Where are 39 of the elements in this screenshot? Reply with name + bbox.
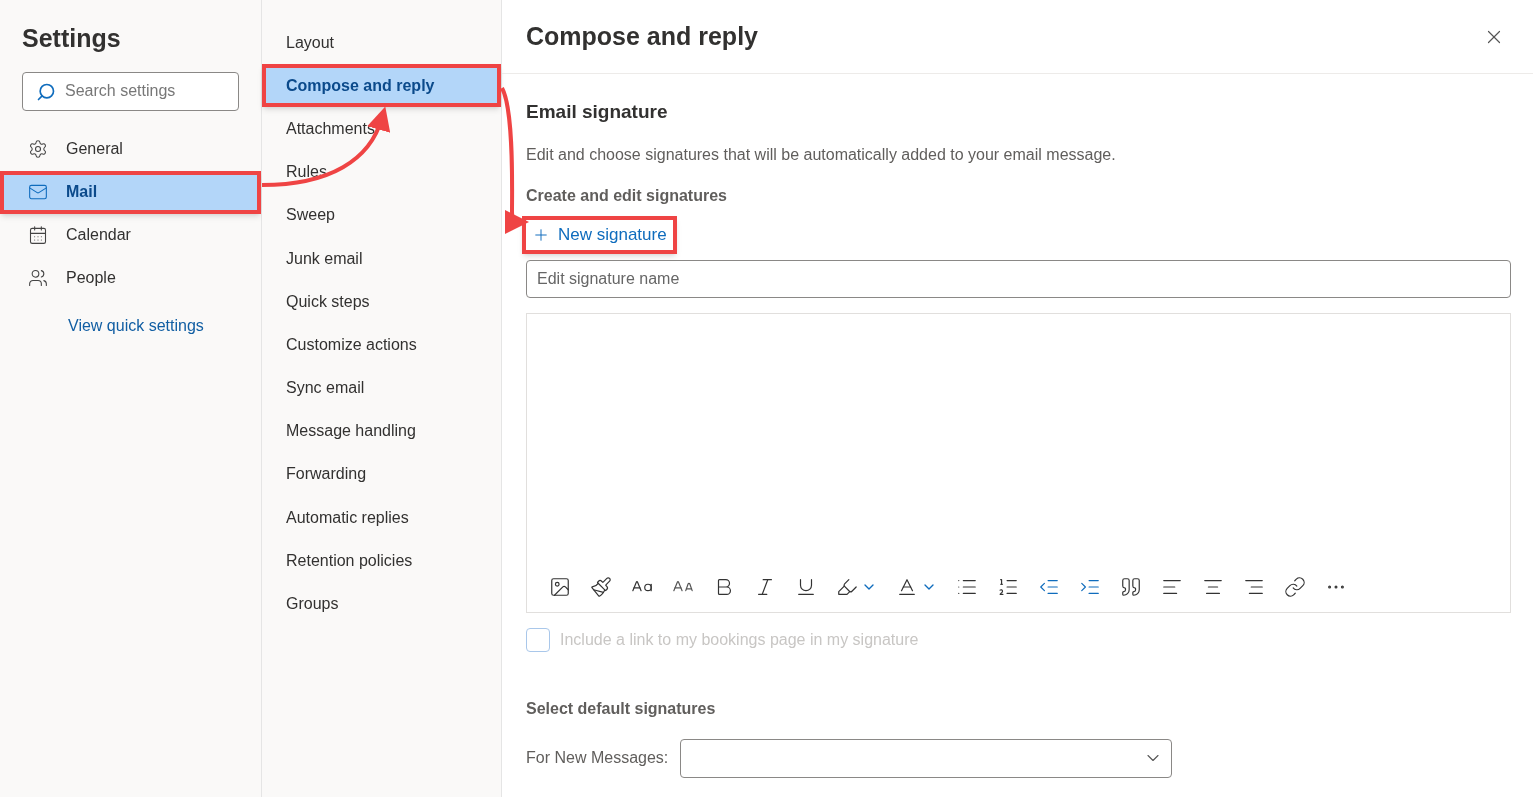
- signature-name-field[interactable]: Edit signature name: [526, 259, 1511, 298]
- subheading: Create and edit signatures: [526, 185, 728, 206]
- submenu-item[interactable]: Attachments: [262, 107, 501, 151]
- submenu-item[interactable]: Automatic replies: [262, 496, 501, 540]
- link-icon[interactable]: [1284, 575, 1306, 598]
- settings-category[interactable]: Mail: [0, 170, 261, 214]
- people-icon: [28, 268, 48, 288]
- quote-icon[interactable]: [1120, 575, 1142, 598]
- submenu-item[interactable]: Forwarding: [262, 452, 501, 497]
- submenu-item[interactable]: Customize actions: [262, 323, 501, 367]
- panel-title: Compose and reply: [526, 20, 758, 52]
- new-messages-dropdown[interactable]: [680, 738, 1173, 778]
- view-quick-settings-link[interactable]: View quick settings: [68, 313, 261, 338]
- new-signature-button[interactable]: New signature: [522, 215, 677, 254]
- submenu-item[interactable]: Retention policies: [262, 539, 501, 583]
- submenu-item[interactable]: Message handling: [262, 409, 501, 453]
- checkbox-label: Include a link to my bookings page in my signature: [560, 629, 919, 650]
- submenu-item[interactable]: Compose and reply: [262, 64, 501, 108]
- submenu-item[interactable]: Quick steps: [262, 280, 501, 324]
- submenu-item[interactable]: Sync email: [262, 366, 501, 410]
- envelope-icon: [28, 182, 48, 202]
- section-description: Edit and choose signatures that will be automatically added to your email message.: [526, 144, 1117, 165]
- settings-title: Settings: [21, 23, 122, 54]
- field-label: For New Messages:: [526, 748, 669, 768]
- gear-icon: [28, 139, 48, 159]
- submenu-item[interactable]: Groups: [262, 582, 501, 626]
- calendar-icon: [28, 225, 48, 245]
- submenu-item[interactable]: Sweep: [262, 193, 501, 237]
- section-heading: Email signature: [526, 100, 669, 124]
- search-icon: [36, 81, 56, 102]
- settings-category[interactable]: Calendar: [0, 213, 261, 257]
- submenu-item[interactable]: Junk email: [262, 236, 501, 281]
- search-field[interactable]: Search settings: [22, 71, 239, 111]
- defaults-heading: Select default signatures: [526, 698, 717, 719]
- paintbrush-icon[interactable]: [590, 575, 612, 598]
- settings-category[interactable]: General: [0, 127, 261, 171]
- settings-category[interactable]: People: [0, 256, 261, 300]
- submenu-item[interactable]: Layout: [262, 21, 501, 65]
- image-icon[interactable]: [549, 575, 571, 598]
